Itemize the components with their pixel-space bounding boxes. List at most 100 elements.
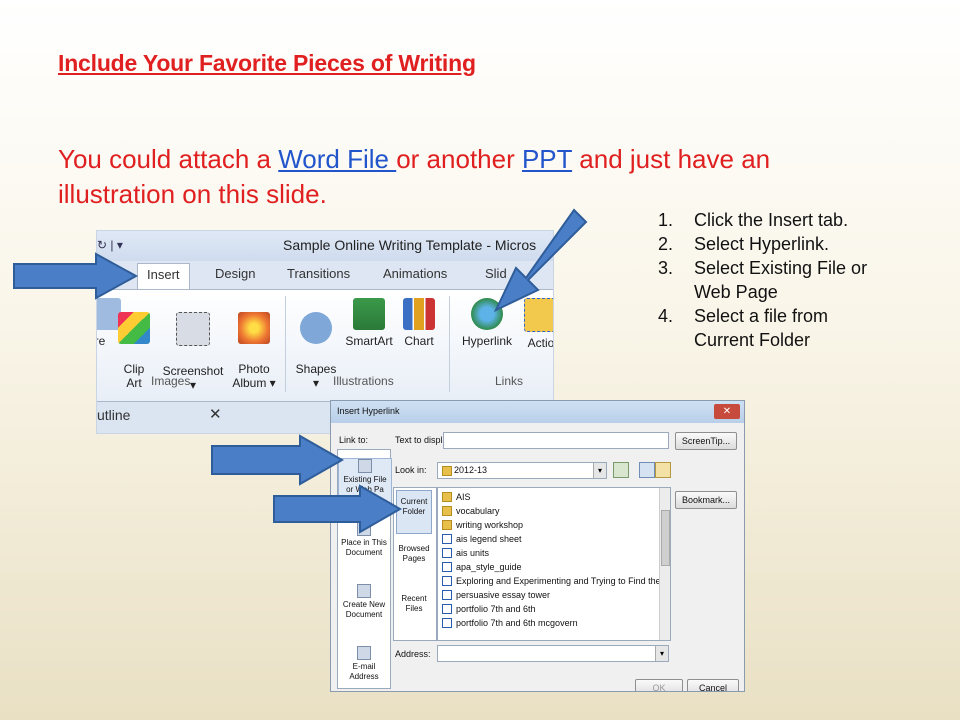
file-name: writing workshop xyxy=(456,520,524,530)
step-text: Select a file from Current Folder xyxy=(694,306,829,350)
tab-design[interactable]: Design xyxy=(215,266,255,281)
tab-recent-files[interactable]: Recent Files xyxy=(396,594,432,614)
arrow-to-existing-file xyxy=(211,434,345,486)
body-text-start: You could attach a xyxy=(58,144,279,174)
file-list-scrollbar[interactable] xyxy=(659,488,670,640)
chart-button[interactable]: Chart xyxy=(399,298,439,348)
list-item[interactable]: ais units xyxy=(442,548,489,558)
step-number: 1. xyxy=(658,210,674,230)
shapes-icon xyxy=(300,312,332,344)
chevron-down-icon[interactable]: ▾ xyxy=(593,463,606,478)
slide-title: Include Your Favorite Pieces of Writing xyxy=(58,50,476,76)
list-item[interactable]: apa_style_guide xyxy=(442,562,522,572)
body-text-middle: or another xyxy=(396,144,522,174)
step-item: 1. Click the Insert tab. xyxy=(658,208,888,232)
dialog-title: Insert Hyperlink xyxy=(337,406,400,416)
group-label-images: Images xyxy=(151,374,191,388)
picture-button[interactable]: re xyxy=(97,298,121,348)
email-address-option[interactable]: E-mail Address xyxy=(338,646,390,682)
group-divider xyxy=(449,296,450,392)
ribbon-body: re Clip Art Screenshot ▾ Photo Album ▾ S… xyxy=(97,289,553,402)
step-text: Select Existing File or Web Page xyxy=(694,258,868,302)
look-in-dropdown[interactable]: 2012-13 ▾ xyxy=(437,462,607,479)
browse-file-icon[interactable] xyxy=(655,462,671,478)
step-number: 4. xyxy=(658,306,674,326)
steps-list: 1. Click the Insert tab. 2. Select Hyperli… xyxy=(658,208,888,352)
file-name: AIS xyxy=(456,492,471,502)
file-name: portfolio 7th and 6th xyxy=(456,604,536,614)
insert-hyperlink-dialog: Insert Hyperlink ✕ Link to: Text to disp… xyxy=(330,400,745,692)
text-to-display-input[interactable] xyxy=(443,432,669,449)
folder-icon xyxy=(442,520,452,530)
ok-button[interactable]: OK xyxy=(635,679,683,691)
action-label: Actio xyxy=(527,336,554,350)
existing-file-icon xyxy=(358,459,372,473)
list-item[interactable]: portfolio 7th and 6th mcgovern xyxy=(442,618,578,628)
file-name: portfolio 7th and 6th mcgovern xyxy=(456,618,578,628)
step-text: Select Hyperlink. xyxy=(694,234,830,254)
word-document-icon xyxy=(442,562,452,572)
group-label-links: Links xyxy=(495,374,524,388)
browse-web-icon[interactable] xyxy=(639,462,655,478)
word-document-icon xyxy=(442,576,452,586)
arrow-to-insert-tab xyxy=(13,252,139,300)
step-item: 2. Select Hyperlink. xyxy=(658,232,888,256)
bookmark-button[interactable]: Bookmark... xyxy=(675,491,737,509)
tab-browsed-pages[interactable]: Browsed Pages xyxy=(396,544,432,564)
list-item[interactable]: AIS xyxy=(442,492,471,502)
chevron-down-icon[interactable]: ▾ xyxy=(655,646,668,661)
tab-animations[interactable]: Animations xyxy=(383,266,447,281)
file-name: persuasive essay tower xyxy=(456,590,551,600)
word-file-link[interactable]: Word File xyxy=(278,144,396,174)
folder-icon xyxy=(442,466,452,476)
file-name: ais legend sheet xyxy=(456,534,522,544)
tab-insert[interactable]: Insert xyxy=(137,263,190,290)
word-document-icon xyxy=(442,590,452,600)
outline-tab[interactable]: utline xyxy=(97,407,130,423)
photo-album-icon xyxy=(238,312,270,344)
dialog-close-button[interactable]: ✕ xyxy=(714,404,740,419)
smartart-button[interactable]: SmartArt xyxy=(341,298,397,348)
look-in-value: 2012-13 xyxy=(454,465,488,475)
folder-icon xyxy=(442,492,452,502)
close-icon[interactable]: ✕ xyxy=(209,405,222,423)
step-text: Click the Insert tab. xyxy=(694,210,849,230)
smartart-icon xyxy=(353,298,385,330)
cancel-button[interactable]: Cancel xyxy=(687,679,739,691)
new-document-icon xyxy=(357,584,371,598)
list-item[interactable]: persuasive essay tower xyxy=(442,590,550,600)
arrow-to-current-folder xyxy=(273,484,403,534)
clip-art-label: Clip Art xyxy=(123,362,145,390)
hyperlink-label: Hyperlink xyxy=(461,334,512,348)
email-icon xyxy=(357,646,371,660)
file-name: Exploring and Experimenting and Trying t… xyxy=(456,576,671,586)
new-document-option[interactable]: Create New Document xyxy=(338,584,390,620)
list-item[interactable]: vocabulary xyxy=(442,506,500,516)
word-document-icon xyxy=(442,548,452,558)
ppt-link[interactable]: PPT xyxy=(522,144,572,174)
file-name: vocabulary xyxy=(456,506,500,516)
chart-icon xyxy=(403,298,435,330)
dialog-title-bar: Insert Hyperlink ✕ xyxy=(331,401,744,423)
window-title-bar: ↻ | ▾ Sample Online Writing Template - M… xyxy=(97,231,553,261)
quick-access-icon[interactable]: ↻ | ▾ xyxy=(97,238,123,252)
new-document-label: Create New Document xyxy=(342,600,386,619)
clip-art-button[interactable]: Clip Art xyxy=(117,298,151,390)
address-input[interactable]: ▾ xyxy=(437,645,669,662)
list-item[interactable]: Exploring and Experimenting and Trying t… xyxy=(442,576,671,586)
chart-label: Chart xyxy=(404,334,434,348)
file-name: ais units xyxy=(456,548,490,558)
scrollbar-thumb[interactable] xyxy=(661,510,670,566)
list-item[interactable]: writing workshop xyxy=(442,520,523,530)
file-name: apa_style_guide xyxy=(456,562,522,572)
list-item[interactable]: portfolio 7th and 6th xyxy=(442,604,536,614)
up-folder-icon[interactable] xyxy=(613,462,629,478)
photo-album-button[interactable]: Photo Album ▾ xyxy=(229,298,279,390)
screentip-button[interactable]: ScreenTip... xyxy=(675,432,737,450)
address-label: Address: xyxy=(395,649,431,659)
list-item[interactable]: ais legend sheet xyxy=(442,534,522,544)
tab-transitions[interactable]: Transitions xyxy=(287,266,350,281)
word-document-icon xyxy=(442,618,452,628)
step-number: 3. xyxy=(658,258,674,278)
file-list: AIS vocabulary writing workshop ais lege… xyxy=(437,487,671,641)
